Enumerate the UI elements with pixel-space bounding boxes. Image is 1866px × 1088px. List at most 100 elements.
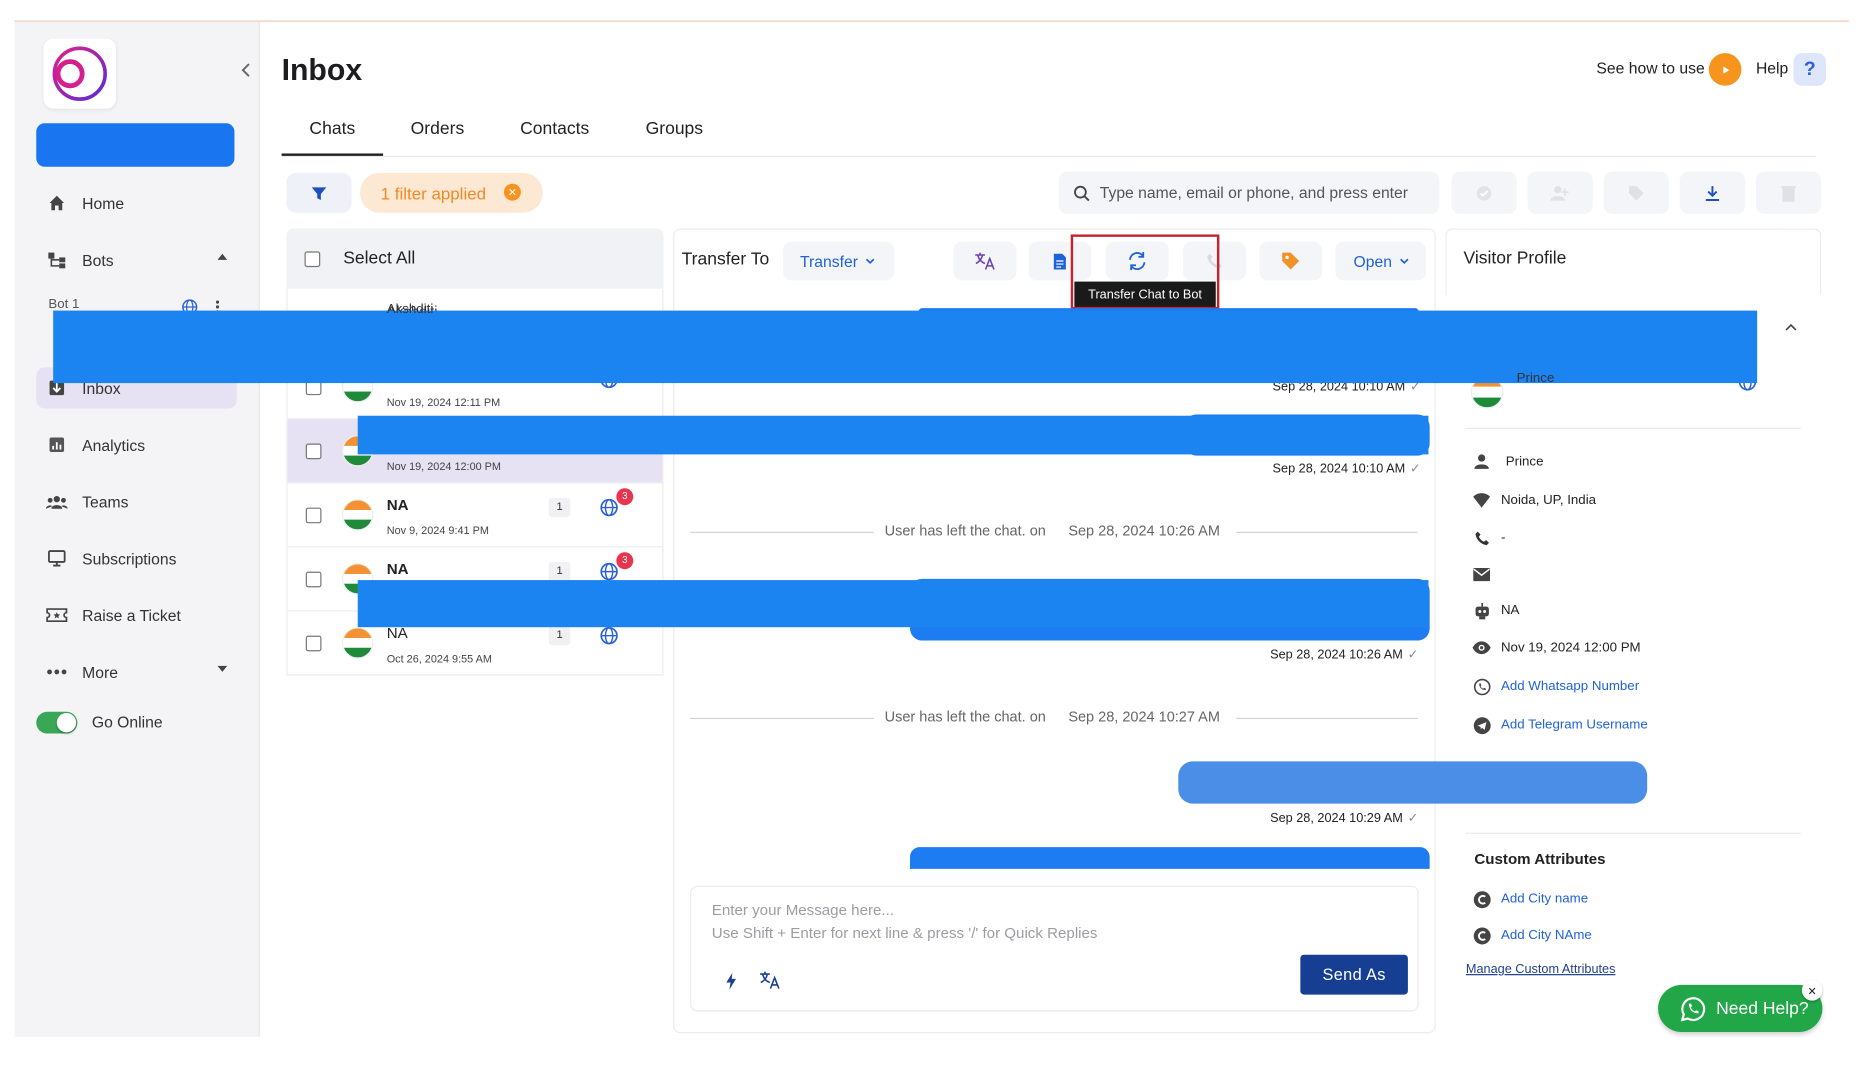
attribute-c-icon	[1472, 889, 1491, 908]
need-help-button[interactable]: Need Help?	[1658, 984, 1823, 1033]
home-icon	[46, 192, 68, 214]
status-dropdown[interactable]: Open	[1335, 241, 1427, 281]
clipped-name: Prince	[1516, 371, 1555, 386]
check-circle-icon	[1476, 185, 1492, 201]
mark-resolved-button[interactable]	[1451, 171, 1517, 214]
help-label[interactable]: Help	[1756, 59, 1788, 77]
message-timestamp: Sep 28, 2024 10:10 AM ✓	[1272, 461, 1421, 477]
chat-list-item[interactable]: NA Nov 9, 2024 9:41 PM 1 3	[287, 483, 663, 548]
sidebar-item-home[interactable]: Home	[36, 182, 237, 223]
divider	[1465, 427, 1801, 430]
unread-badge: 3	[616, 488, 634, 506]
sidebar	[14, 21, 260, 1037]
transfer-dropdown[interactable]: Transfer	[783, 241, 895, 281]
filter-applied-chip[interactable]: 1 filter applied ✕	[360, 172, 543, 213]
search-input[interactable]	[1099, 183, 1427, 202]
delete-button[interactable]	[1755, 171, 1822, 214]
ticket-icon	[46, 604, 68, 626]
sidebar-item-raise-ticket[interactable]: Raise a Ticket	[36, 595, 237, 636]
india-flag-icon	[342, 499, 374, 531]
chat-contact-name: NA	[386, 560, 409, 578]
add-telegram-link[interactable]: Add Telegram Username	[1472, 715, 1648, 734]
globe-icon	[599, 562, 618, 581]
sidebar-item-label: Subscriptions	[82, 549, 177, 568]
clear-filter-icon[interactable]: ✕	[503, 183, 521, 201]
chat-row-checkbox[interactable]	[305, 443, 322, 460]
collapse-sidebar-icon[interactable]	[238, 60, 255, 79]
add-whatsapp-link[interactable]: Add Whatsapp Number	[1472, 677, 1639, 696]
sidebar-item-analytics[interactable]: Analytics	[36, 424, 237, 465]
go-online-toggle[interactable]	[36, 711, 78, 734]
trash-icon	[1781, 185, 1796, 202]
translate-icon[interactable]	[759, 970, 781, 989]
help-icon[interactable]: ?	[1793, 53, 1827, 86]
translate-button[interactable]	[953, 241, 1017, 281]
message-bubble	[910, 847, 1430, 869]
system-message: User has left the chat. on Sep 28, 2024 …	[690, 708, 1418, 727]
sidebar-item-teams[interactable]: Teams	[36, 481, 237, 522]
globe-icon	[599, 498, 618, 517]
robot-icon	[1472, 601, 1491, 620]
status-dropdown-value: Open	[1353, 251, 1392, 271]
bots-icon	[46, 249, 68, 271]
visitor-agent-row: NA	[1472, 601, 1519, 620]
quick-reply-bolt-icon[interactable]	[725, 972, 737, 990]
chat-row-checkbox[interactable]	[305, 507, 322, 524]
manage-custom-attributes-link[interactable]: Manage Custom Attributes	[1466, 962, 1616, 977]
chat-row-checkbox[interactable]	[305, 571, 322, 588]
divider	[1465, 832, 1801, 834]
redaction-overlay	[357, 580, 1429, 628]
visitor-email-row	[1472, 564, 1501, 583]
sidebar-primary-button[interactable]	[36, 123, 235, 167]
person-icon	[1472, 452, 1491, 471]
message-input[interactable]	[711, 899, 1389, 953]
unread-badge: 3	[616, 552, 634, 570]
tab-chats[interactable]: Chats	[282, 120, 384, 139]
search-box[interactable]	[1058, 171, 1440, 214]
tag-icon	[1629, 185, 1644, 201]
eye-icon	[1472, 638, 1491, 657]
message-bubble	[1178, 761, 1648, 804]
tab-groups[interactable]: Groups	[636, 120, 713, 139]
play-video-button[interactable]	[1708, 53, 1742, 86]
select-all-checkbox[interactable]	[304, 250, 321, 267]
mail-icon	[1472, 564, 1491, 583]
add-city-name-link[interactable]: Add City NAme	[1472, 926, 1592, 945]
subscriptions-icon	[46, 547, 68, 569]
chat-date: Nov 19, 2024 12:00 PM	[386, 460, 501, 473]
chat-date: Oct 26, 2024 9:55 AM	[386, 652, 492, 665]
transfer-dropdown-value: Transfer	[800, 251, 858, 271]
sidebar-item-label: Analytics	[82, 435, 146, 454]
label-button[interactable]	[1259, 241, 1323, 281]
visitor-first-seen-row: Nov 19, 2024 12:00 PM	[1472, 638, 1641, 657]
chat-row-checkbox[interactable]	[305, 635, 322, 652]
chevron-down-icon	[865, 258, 875, 265]
select-all-label: Select All	[343, 248, 416, 269]
see-how-to-use-link[interactable]: See how to use	[1596, 59, 1704, 77]
send-as-button[interactable]: Send As	[1300, 954, 1408, 995]
tab-orders[interactable]: Orders	[399, 120, 476, 139]
active-tab-indicator	[281, 153, 384, 156]
chat-date: Nov 9, 2024 9:41 PM	[386, 524, 489, 537]
teams-icon	[45, 491, 68, 513]
chevron-up-icon[interactable]	[1784, 321, 1799, 333]
tag-button[interactable]	[1603, 171, 1669, 214]
sidebar-item-more[interactable]: More	[36, 651, 237, 692]
assign-agent-button[interactable]	[1527, 171, 1593, 214]
clipped-name: Akshditi	[386, 302, 434, 317]
tab-contacts[interactable]: Contacts	[508, 120, 602, 139]
go-online-label: Go Online	[91, 713, 163, 732]
chat-contact-name: NA	[386, 624, 408, 642]
sidebar-item-bots[interactable]: Bots	[36, 239, 237, 280]
logo-icon	[52, 46, 107, 101]
download-button[interactable]	[1679, 171, 1746, 214]
sidebar-item-label: Home	[82, 193, 125, 213]
add-city-name-link[interactable]: Add City name	[1472, 889, 1588, 908]
select-all-row[interactable]: Select All	[286, 228, 664, 289]
sidebar-item-subscriptions[interactable]: Subscriptions	[36, 538, 237, 579]
page-title: Inbox	[281, 53, 363, 88]
filter-button[interactable]	[286, 172, 352, 213]
brand-logo[interactable]	[43, 38, 117, 109]
close-icon[interactable]: ×	[1801, 980, 1823, 1001]
need-help-label: Need Help?	[1716, 998, 1809, 1019]
